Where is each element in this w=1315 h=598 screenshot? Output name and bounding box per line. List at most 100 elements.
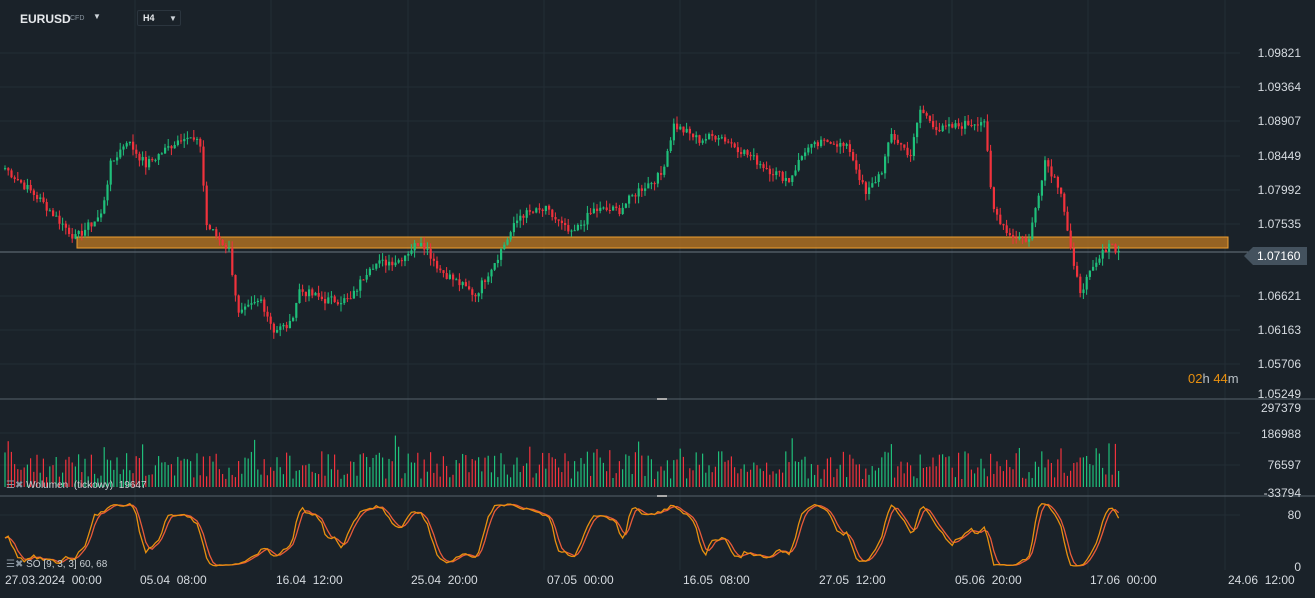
candle-body xyxy=(967,120,970,125)
candle-body xyxy=(10,170,13,178)
candle-body xyxy=(410,250,413,254)
candle-body xyxy=(13,177,16,180)
candle-body xyxy=(272,323,275,333)
candle-body xyxy=(26,184,29,190)
candle-body xyxy=(816,142,819,147)
candle-body xyxy=(400,260,403,262)
candle-body xyxy=(784,178,787,181)
candle-body xyxy=(794,170,797,176)
candle-body xyxy=(528,210,531,212)
candle-body xyxy=(887,142,890,157)
candle-body xyxy=(52,210,55,217)
candle-body xyxy=(989,150,992,188)
candle-body xyxy=(490,269,493,277)
candle-body xyxy=(688,128,691,134)
price-tick: 1.09821 xyxy=(1257,46,1301,60)
candle-body xyxy=(1024,237,1027,242)
candle-body xyxy=(23,182,26,190)
candle-body xyxy=(1037,195,1040,209)
candle-body xyxy=(1015,237,1018,239)
candle-body xyxy=(132,141,135,150)
candle-body xyxy=(852,152,855,161)
candle-body xyxy=(711,133,714,137)
candle-body xyxy=(506,239,509,245)
so-indicator-label[interactable]: ☰✖ SO [9, 3, 3] 60, 68 xyxy=(6,559,107,570)
candle-body xyxy=(826,139,829,143)
candle-body xyxy=(487,276,490,282)
candle-body xyxy=(644,188,647,191)
candle-body xyxy=(77,230,80,235)
candle-body xyxy=(362,279,365,281)
candle-body xyxy=(733,143,736,148)
candle-body xyxy=(157,154,160,160)
candle-body xyxy=(813,142,816,145)
countdown-h-unit: h xyxy=(1202,371,1210,386)
candle-body xyxy=(544,205,547,212)
candle-body xyxy=(103,200,106,214)
volume-indicator-label[interactable]: ☰✖ Wolumen (tickowy) 19647 xyxy=(6,480,147,491)
candle-body xyxy=(266,311,269,317)
candle-body xyxy=(420,243,423,247)
candle-body xyxy=(154,159,157,161)
candle-body xyxy=(340,303,343,305)
candle-body xyxy=(973,124,976,126)
candle-body xyxy=(788,178,791,182)
candle-body xyxy=(183,139,186,142)
candle-body xyxy=(4,168,7,170)
candle-body xyxy=(928,115,931,122)
price-tick: 1.08449 xyxy=(1257,149,1301,163)
candle-body xyxy=(672,123,675,141)
candle-body xyxy=(980,122,983,126)
candle-body xyxy=(970,124,973,126)
candle-body xyxy=(996,208,999,215)
candle-body xyxy=(663,166,666,175)
price-chart[interactable] xyxy=(0,0,1315,598)
candle-body xyxy=(372,268,375,270)
date-tick: 05.04 08:00 xyxy=(140,573,207,587)
candle-body xyxy=(186,137,189,140)
candle-body xyxy=(608,209,611,211)
candle-body xyxy=(868,187,871,194)
candle-body xyxy=(240,309,243,313)
candle-body xyxy=(682,126,685,133)
candle-body xyxy=(752,155,755,157)
candle-body xyxy=(90,222,93,227)
candle-body xyxy=(631,195,634,197)
candle-body xyxy=(679,126,682,130)
candle-body xyxy=(647,183,650,189)
price-tick: 1.06163 xyxy=(1257,323,1301,337)
candle-body xyxy=(474,294,477,297)
candle-body xyxy=(221,239,224,246)
candle-body xyxy=(1044,160,1047,181)
candle-body xyxy=(916,122,919,138)
volume-tick: 76597 xyxy=(1267,458,1301,472)
candle-body xyxy=(1034,208,1037,223)
candle-body xyxy=(202,146,205,186)
candle-body xyxy=(701,140,704,143)
candle-body xyxy=(368,268,371,275)
candle-body xyxy=(282,324,285,327)
candle-body xyxy=(704,139,707,141)
candle-body xyxy=(378,260,381,264)
candle-body xyxy=(932,121,935,128)
date-tick: 05.06 20:00 xyxy=(955,573,1022,587)
candle-body xyxy=(624,203,627,208)
candle-body xyxy=(388,261,391,266)
candle-body xyxy=(29,184,32,191)
candle-body xyxy=(119,149,122,158)
candle-body xyxy=(61,223,64,225)
candle-body xyxy=(311,289,314,296)
candle-body xyxy=(842,142,845,146)
candle-body xyxy=(1063,193,1066,212)
candle-body xyxy=(336,302,339,305)
candle-body xyxy=(327,297,330,304)
candle-body xyxy=(839,142,842,147)
candle-body xyxy=(199,138,202,147)
candle-body xyxy=(116,157,119,161)
candle-countdown: 02h 44m xyxy=(1188,371,1239,386)
candle-body xyxy=(592,208,595,214)
candle-body xyxy=(269,316,272,324)
candle-body xyxy=(848,144,851,153)
candle-body xyxy=(397,260,400,263)
candle-body xyxy=(749,154,752,157)
